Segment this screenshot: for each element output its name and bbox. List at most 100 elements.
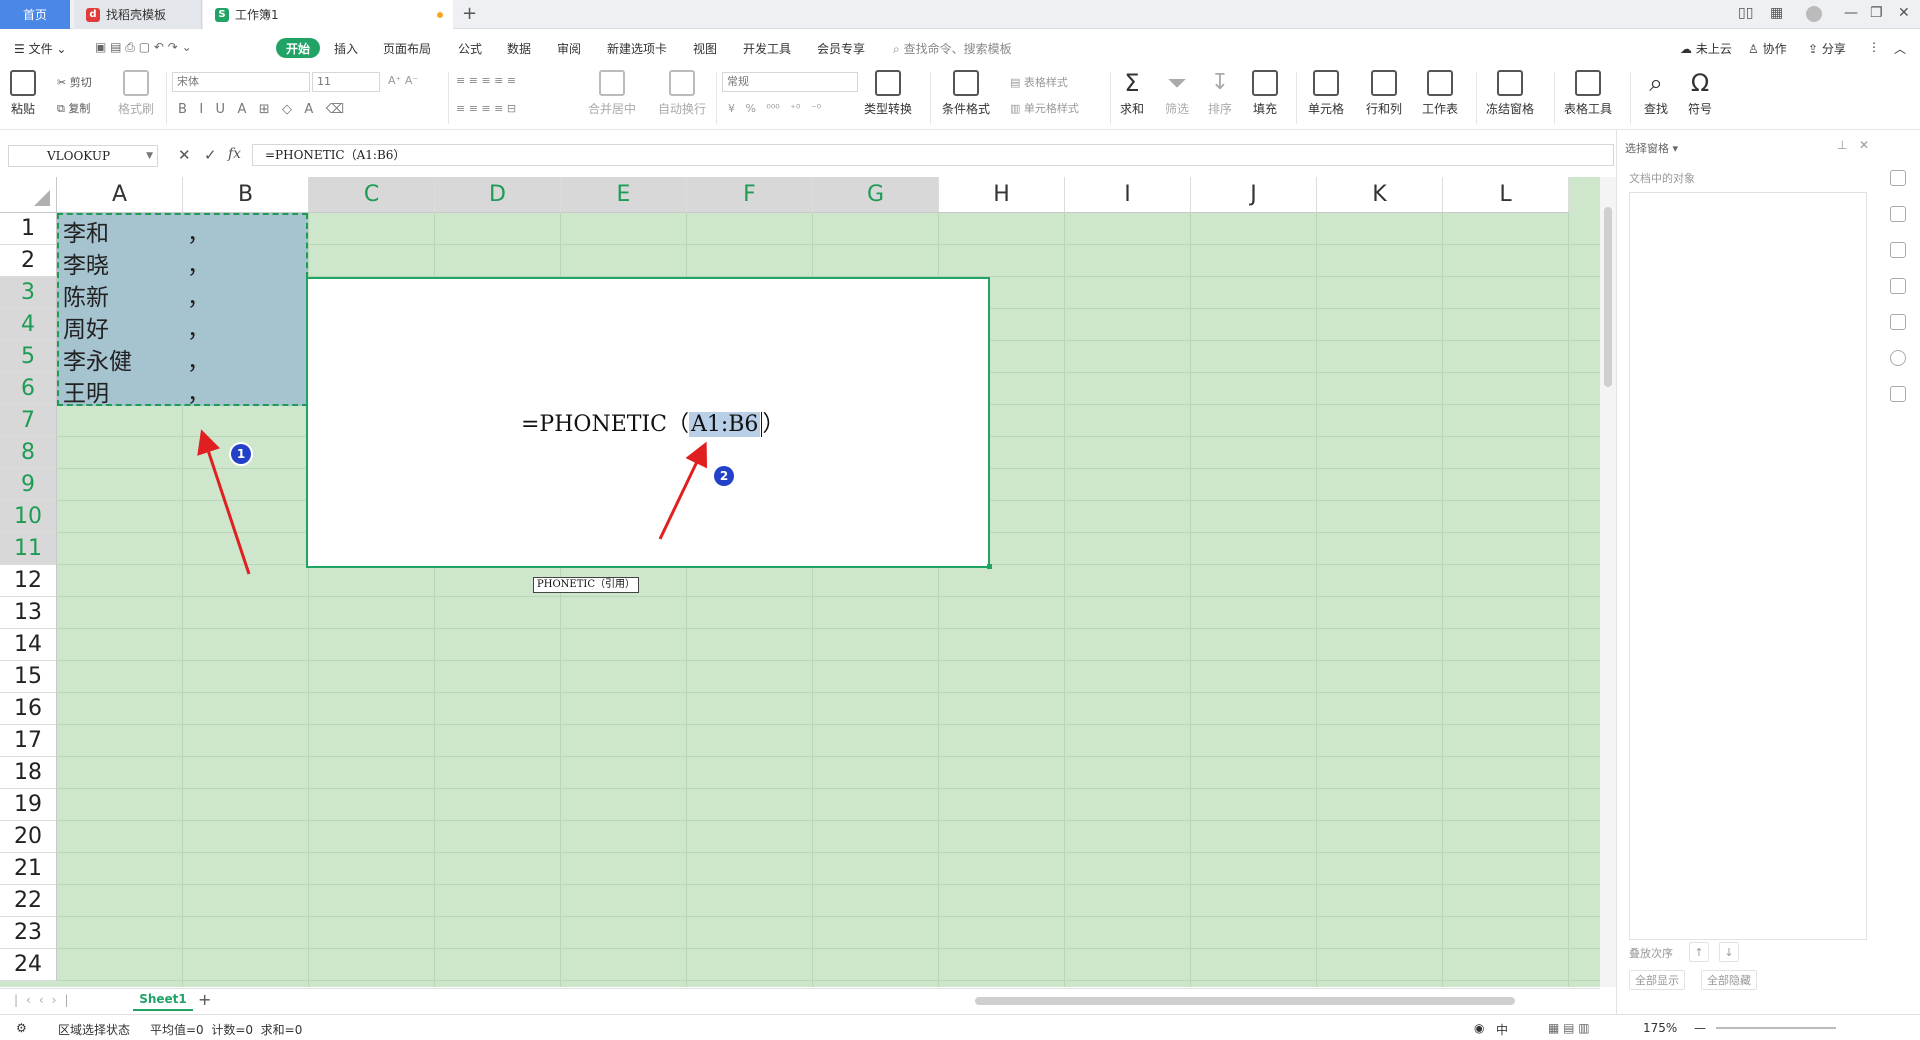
sheet-tab-sheet1[interactable]: Sheet1 — [133, 989, 193, 1011]
row-header-14[interactable]: 14 — [0, 629, 57, 661]
row-header-21[interactable]: 21 — [0, 853, 57, 885]
objects-list[interactable] — [1629, 192, 1867, 940]
cloud-button[interactable]: ☁ 未上云 — [1680, 40, 1732, 57]
tab-formulas[interactable]: 公式 — [458, 40, 482, 57]
table-style-button[interactable]: ▤ 表格样式 — [1010, 74, 1068, 90]
tab-developer[interactable]: 开发工具 — [743, 40, 791, 57]
zoom-slider[interactable] — [1716, 1027, 1836, 1029]
close-icon[interactable]: ✕ — [1898, 5, 1910, 21]
select-pane-icon[interactable] — [1890, 170, 1906, 186]
fill-button[interactable]: 填充 — [1252, 70, 1278, 117]
number-format-icons[interactable]: ¥ % ⁰⁰⁰ ⁺⁰ ⁻⁰ — [728, 102, 821, 115]
vertical-scrollbar[interactable] — [1600, 177, 1616, 987]
number-format-select[interactable]: 常规 — [722, 72, 858, 92]
row-header-19[interactable]: 19 — [0, 789, 57, 821]
tab-member[interactable]: 会员专享 — [817, 40, 865, 57]
tab-start[interactable]: 开始 — [276, 38, 320, 58]
find-button[interactable]: ⌕ 查找 — [1644, 70, 1668, 117]
column-header-l[interactable]: L — [1443, 177, 1569, 213]
sort-button[interactable]: ↧ 排序 — [1208, 70, 1232, 117]
row-header-17[interactable]: 17 — [0, 725, 57, 757]
row-header-18[interactable]: 18 — [0, 757, 57, 789]
status-stats[interactable]: 平均值=0 计数=0 求和=0 — [150, 1021, 302, 1038]
type-convert-button[interactable]: 类型转换 — [864, 70, 912, 117]
worksheet-button[interactable]: 工作表 — [1422, 70, 1458, 117]
sum-button[interactable]: Σ 求和 — [1120, 70, 1144, 117]
formula-input[interactable]: =PHONETIC（A1:B6） — [252, 144, 1614, 166]
view-mode-icons[interactable]: ▦ ▤ ▥ — [1548, 1021, 1590, 1035]
font-size-select[interactable]: 11 — [312, 72, 380, 92]
tab-new-tab[interactable]: 新建选项卡 — [607, 40, 667, 57]
spreadsheet-grid[interactable]: ABCDEFGHIJKL 1 2 3 4 5 6 7 8 9 10 11 12 13 14 15 16 17 18… — [0, 177, 1600, 987]
quick-access-icons[interactable]: ▣ ▤ ⎙ ▢ ↶ ↷ ⌄ — [95, 40, 192, 55]
minimize-icon[interactable]: — — [1844, 5, 1858, 21]
copy-format-icon[interactable] — [1890, 278, 1906, 294]
send-backward-icon[interactable]: ↓ — [1719, 942, 1739, 962]
tab-data[interactable]: 数据 — [507, 40, 531, 57]
wrap-text-button[interactable]: 自动换行 — [658, 70, 706, 117]
close-pane-icon[interactable]: ✕ — [1859, 138, 1869, 152]
font-name-select[interactable]: 宋体 — [172, 72, 310, 92]
row-header-13[interactable]: 13 — [0, 597, 57, 629]
table-tools-button[interactable]: 表格工具 — [1564, 70, 1612, 117]
book-icon[interactable] — [1890, 386, 1906, 402]
tab-home[interactable]: 首页 — [0, 0, 70, 29]
layout-icon[interactable]: ▯▯ — [1738, 5, 1753, 21]
cancel-icon[interactable]: ✕ — [178, 146, 191, 164]
tab-view[interactable]: 视图 — [693, 40, 717, 57]
row-header-24[interactable]: 24 — [0, 949, 57, 981]
sheet-nav-icons[interactable]: |‹‹›| — [14, 993, 76, 1007]
eye-protection-icon[interactable]: ◉ — [1474, 1021, 1484, 1035]
file-menu[interactable]: ☰ 文件 ⌄ — [14, 40, 66, 57]
apps-grid-icon[interactable]: ▦ — [1770, 5, 1783, 21]
symbol-button[interactable]: Ω 符号 — [1688, 70, 1712, 117]
vertical-scroll-thumb[interactable] — [1604, 207, 1612, 387]
pin-icon[interactable]: ⊥ — [1837, 138, 1847, 152]
row-header-20[interactable]: 20 — [0, 821, 57, 853]
tab-workbook[interactable]: S 工作簿1 — [203, 0, 453, 29]
location-icon[interactable] — [1890, 350, 1906, 366]
new-tab-button[interactable]: + — [462, 3, 477, 24]
selection-pane-title[interactable]: 选择窗格 ▾ — [1625, 140, 1678, 156]
column-header-i[interactable]: I — [1065, 177, 1191, 213]
collapse-ribbon-icon[interactable]: ︿ — [1894, 40, 1906, 57]
cut-button[interactable]: ✂ 剪切 — [57, 74, 92, 90]
command-search[interactable]: ⌕ 查找命令、搜索模板 — [893, 40, 1012, 57]
cell-style-button[interactable]: ▥ 单元格样式 — [1010, 100, 1079, 116]
column-header-k[interactable]: K — [1317, 177, 1443, 213]
zoom-out-icon[interactable]: — — [1694, 1021, 1706, 1035]
tab-page-layout[interactable]: 页面布局 — [383, 40, 431, 57]
add-sheet-button[interactable]: + — [198, 990, 211, 1009]
row-header-23[interactable]: 23 — [0, 917, 57, 949]
merge-center-button[interactable]: 合并居中 — [588, 70, 636, 117]
row-header-22[interactable]: 22 — [0, 885, 57, 917]
freeze-panes-button[interactable]: 冻结窗格 — [1486, 70, 1534, 117]
zoom-level[interactable]: 175% — [1643, 1021, 1677, 1035]
tab-review[interactable]: 审阅 — [557, 40, 581, 57]
row-header-15[interactable]: 15 — [0, 661, 57, 693]
copy-button[interactable]: ⧉ 复制 — [57, 100, 90, 116]
font-style-icons[interactable]: B I U A ⊞ ◇ A ⌫ — [178, 102, 344, 117]
sliders-icon[interactable] — [1890, 242, 1906, 258]
tab-templates[interactable]: d 找稻壳模板 — [74, 0, 202, 29]
column-header-j[interactable]: J — [1191, 177, 1317, 213]
cell-button[interactable]: 单元格 — [1308, 70, 1344, 117]
more-icon[interactable]: ⋮ — [1868, 40, 1880, 54]
align-icons-2[interactable]: ≡ ≡ ≡ ≡ ⊟ — [456, 102, 516, 115]
bring-forward-icon[interactable]: ↑ — [1689, 942, 1709, 962]
tab-insert[interactable]: 插入 — [334, 40, 358, 57]
font-grow-shrink-icons[interactable]: A⁺ A⁻ — [388, 74, 418, 87]
align-icons[interactable]: ≡ ≡ ≡ ≡ ≡ — [456, 74, 516, 87]
chart-icon[interactable] — [1890, 314, 1906, 330]
restore-icon[interactable]: ❐ — [1870, 5, 1883, 21]
hide-all-button[interactable]: 全部隐藏 — [1701, 970, 1757, 990]
confirm-icon[interactable]: ✓ — [204, 146, 217, 164]
pointer-icon[interactable] — [1890, 206, 1906, 222]
input-lang[interactable]: 中 — [1496, 1021, 1508, 1038]
conditional-format-button[interactable]: 条件格式 — [942, 70, 990, 117]
share-button[interactable]: ⇪ 分享 — [1808, 40, 1846, 57]
name-box[interactable]: VLOOKUP ▼ — [8, 145, 158, 167]
filter-button[interactable]: ⏷ 筛选 — [1165, 70, 1189, 117]
format-painter-button[interactable]: 格式刷 — [118, 70, 154, 117]
insert-function-button[interactable]: fx — [228, 146, 241, 162]
